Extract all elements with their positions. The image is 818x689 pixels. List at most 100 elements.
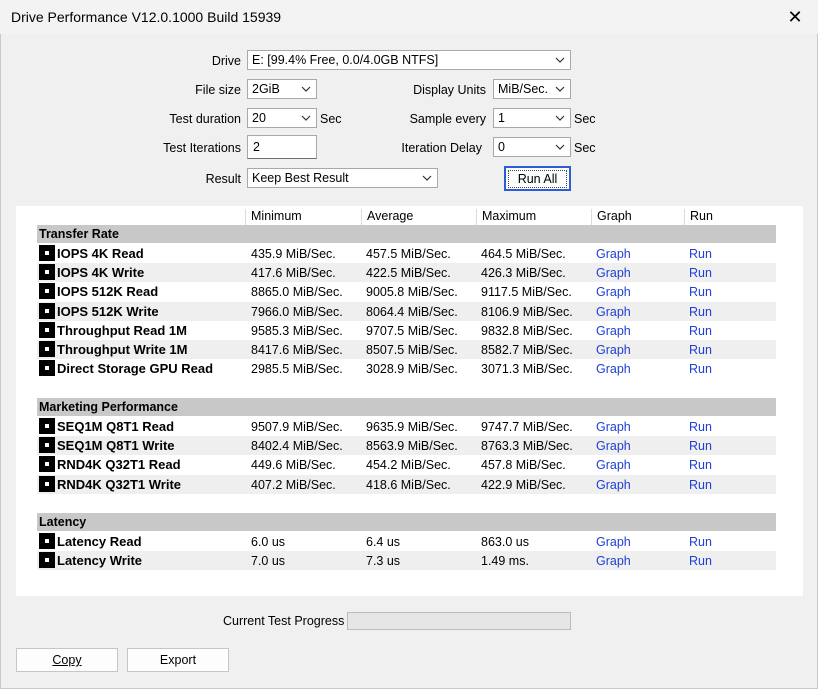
row-checkbox[interactable] <box>39 283 55 300</box>
run-link[interactable]: Run <box>689 554 712 568</box>
run-link[interactable]: Run <box>689 266 712 280</box>
graph-link[interactable]: Graph <box>596 478 631 492</box>
value-min: 435.9 MiB/Sec. <box>251 247 336 261</box>
run-link[interactable]: Run <box>689 478 712 492</box>
test-name: Latency Read <box>57 534 142 549</box>
chevron-down-icon <box>422 175 432 181</box>
test-iterations-value: 2 <box>253 140 260 154</box>
value-min: 9507.9 MiB/Sec. <box>251 420 343 434</box>
value-max: 464.5 MiB/Sec. <box>481 247 566 261</box>
result-select[interactable]: Keep Best Result <box>247 168 438 188</box>
test-name: Throughput Write 1M <box>57 342 188 357</box>
display-units-value: MiB/Sec. <box>498 82 549 96</box>
section-header: Latency <box>37 513 776 531</box>
run-link[interactable]: Run <box>689 343 712 357</box>
sample-every-select[interactable]: 1 <box>493 108 571 128</box>
value-avg: 422.5 MiB/Sec. <box>366 266 451 281</box>
value-avg: 8064.4 MiB/Sec. <box>366 304 458 319</box>
value-avg: 8563.9 MiB/Sec. <box>366 439 458 454</box>
value-avg: 454.2 MiB/Sec. <box>366 458 451 473</box>
value-min: 9585.3 MiB/Sec. <box>251 323 343 338</box>
table-row: Latency Read 6.0 us 6.4 us 863.0 us Graph Run <box>37 532 776 551</box>
export-button[interactable]: Export <box>127 648 229 672</box>
graph-link[interactable]: Graph <box>596 285 631 299</box>
run-all-button[interactable]: Run All <box>504 166 571 191</box>
value-avg: 3028.9 MiB/Sec. <box>366 362 458 377</box>
run-link[interactable]: Run <box>689 324 712 338</box>
run-link[interactable]: Run <box>689 458 712 472</box>
test-name: IOPS 4K Write <box>57 265 145 281</box>
table-row: SEQ1M Q8T1 Write 8402.4 MiB/Sec. 8563.9 Mi… <box>37 436 776 456</box>
graph-link[interactable]: Graph <box>596 247 631 261</box>
row-checkbox[interactable] <box>39 456 55 473</box>
run-link[interactable]: Run <box>689 535 712 549</box>
run-link[interactable]: Run <box>689 247 712 261</box>
value-min: 417.6 MiB/Sec. <box>251 266 336 281</box>
export-label: Export <box>159 653 197 667</box>
row-checkbox[interactable] <box>39 264 55 281</box>
value-max: 457.8 MiB/Sec. <box>481 458 566 473</box>
row-checkbox[interactable] <box>39 437 55 454</box>
graph-link[interactable]: Graph <box>596 439 631 453</box>
drive-select[interactable]: E: [99.4% Free, 0.0/4.0GB NTFS] <box>247 50 571 70</box>
file-size-label: File size <box>195 83 241 97</box>
file-size-select[interactable]: 2GiB <box>247 79 317 99</box>
test-name: RND4K Q32T1 Write <box>57 476 182 492</box>
graph-link[interactable]: Graph <box>596 554 631 568</box>
progress-label: Current Test Progress <box>223 614 345 628</box>
chevron-down-icon <box>301 115 311 121</box>
chevron-down-icon <box>301 86 311 92</box>
test-duration-select[interactable]: 20 <box>247 108 317 128</box>
row-checkbox[interactable] <box>39 552 55 569</box>
row-checkbox[interactable] <box>39 302 55 319</box>
value-avg: 9635.9 MiB/Sec. <box>366 420 458 434</box>
column-header-run: Run <box>684 209 776 225</box>
value-min: 449.6 MiB/Sec. <box>251 458 336 473</box>
test-iterations-input[interactable]: 2 <box>247 135 317 159</box>
graph-link[interactable]: Graph <box>596 535 631 549</box>
copy-button[interactable]: Copy <box>16 648 118 672</box>
graph-link[interactable]: Graph <box>596 266 631 280</box>
file-size-value: 2GiB <box>252 82 280 96</box>
sample-every-value: 1 <box>498 111 505 125</box>
test-name: Latency Write <box>57 553 143 569</box>
test-name: SEQ1M Q8T1 Write <box>57 438 175 454</box>
graph-link[interactable]: Graph <box>596 420 631 434</box>
row-checkbox[interactable] <box>39 475 55 492</box>
row-checkbox[interactable] <box>39 418 55 434</box>
row-checkbox[interactable] <box>39 245 55 261</box>
progress-bar <box>347 612 571 630</box>
value-max: 8763.3 MiB/Sec. <box>481 439 573 454</box>
graph-link[interactable]: Graph <box>596 343 631 357</box>
run-link[interactable]: Run <box>689 362 712 376</box>
table-row: IOPS 4K Write 417.6 MiB/Sec. 422.5 MiB/Sec… <box>37 263 776 283</box>
close-icon[interactable]: ✕ <box>772 0 818 34</box>
run-link[interactable]: Run <box>689 420 712 434</box>
result-label: Result <box>205 172 241 186</box>
value-min: 2985.5 MiB/Sec. <box>251 362 343 377</box>
chevron-down-icon <box>555 86 565 92</box>
row-checkbox[interactable] <box>39 360 55 377</box>
iteration-delay-select[interactable]: 0 <box>493 137 571 157</box>
run-all-label: Run All <box>507 169 568 188</box>
value-max: 9117.5 MiB/Sec. <box>481 285 572 300</box>
table-row: Direct Storage GPU Read 2985.5 MiB/Sec. 30… <box>37 359 776 378</box>
row-checkbox[interactable] <box>39 533 55 549</box>
run-link[interactable]: Run <box>689 285 712 299</box>
row-checkbox[interactable] <box>39 341 55 357</box>
value-avg: 7.3 us <box>366 554 401 569</box>
chevron-down-icon <box>555 57 565 63</box>
run-link[interactable]: Run <box>689 305 712 319</box>
value-min: 7966.0 MiB/Sec. <box>251 304 343 319</box>
display-units-label: Display Units <box>413 83 486 97</box>
value-max: 426.3 MiB/Sec. <box>481 266 566 281</box>
graph-link[interactable]: Graph <box>596 324 631 338</box>
graph-link[interactable]: Graph <box>596 458 631 472</box>
column-header-maximum: Maximum <box>476 209 591 225</box>
graph-link[interactable]: Graph <box>596 362 631 376</box>
graph-link[interactable]: Graph <box>596 305 631 319</box>
run-link[interactable]: Run <box>689 439 712 453</box>
display-units-select[interactable]: MiB/Sec. <box>493 79 571 99</box>
table-row: SEQ1M Q8T1 Read 9507.9 MiB/Sec. 9635.9 MiB… <box>37 417 776 436</box>
row-checkbox[interactable] <box>39 321 55 338</box>
